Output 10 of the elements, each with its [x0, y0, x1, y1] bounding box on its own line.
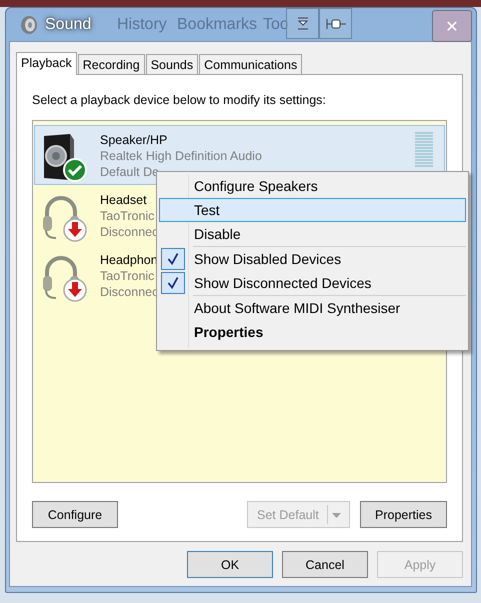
device-driver: TaoTronic — [100, 268, 156, 284]
device-status: Disconnec — [100, 284, 158, 300]
device-name: Headphon — [100, 252, 158, 268]
instruction-text: Select a playback device below to modify its settings: — [32, 93, 327, 109]
device-driver: TaoTronic — [100, 208, 156, 224]
device-name: Headset — [100, 192, 148, 208]
window-title: Sound — [45, 16, 92, 34]
device-status: Disconnec — [100, 224, 158, 240]
device-driver: Realtek High Definition Audio — [100, 148, 262, 164]
device-name: Speaker/HP — [100, 132, 168, 148]
